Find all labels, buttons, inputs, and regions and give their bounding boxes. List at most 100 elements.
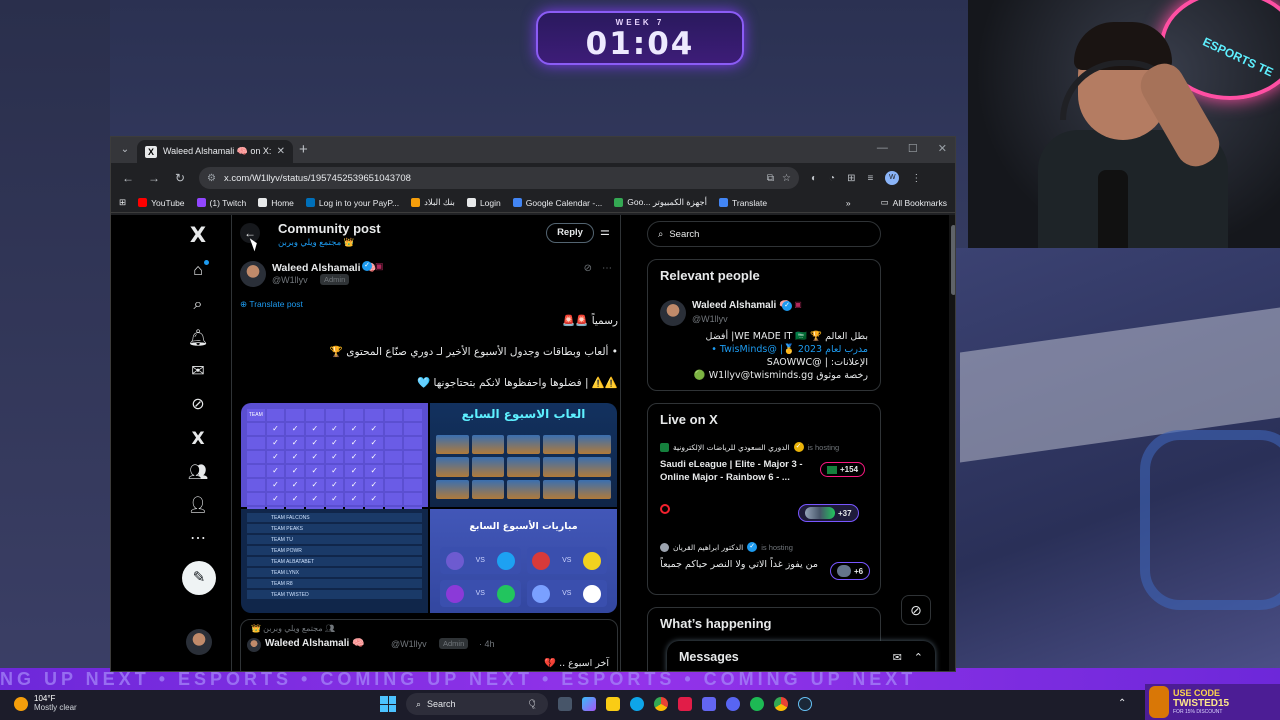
grid-cell: ✓ — [364, 465, 383, 477]
home-icon[interactable]: ⌂ — [186, 259, 210, 283]
match-card: VS — [440, 580, 521, 607]
messages-drawer[interactable]: Messages ✉ ⌃ — [667, 641, 935, 671]
bio-line[interactable]: مدرب لعام 2023 🥇| @TwisMinds • — [678, 343, 868, 356]
discord-icon[interactable] — [726, 697, 740, 711]
profile-avatar[interactable]: W — [885, 171, 900, 185]
new-message-icon[interactable]: ✉ — [893, 651, 902, 664]
reply-button[interactable]: Reply — [546, 223, 594, 243]
extension-icon[interactable]: ◐ — [811, 173, 817, 184]
translate-post-link[interactable]: ⊕ Translate post — [240, 299, 303, 310]
reading-list-icon[interactable]: ≡ — [867, 173, 873, 184]
tray-chevron-icon[interactable]: ⌃ — [1118, 698, 1126, 709]
space-listeners[interactable]: +6 — [830, 562, 871, 580]
bookmark-item[interactable]: Log in to your PayP... — [305, 198, 399, 208]
reply-author[interactable]: Waleed Alshamali 🧠 — [265, 638, 365, 649]
taskbar-search-label: Search — [427, 699, 456, 709]
spotify-icon[interactable] — [750, 697, 764, 711]
stage-logo — [1140, 430, 1280, 610]
bookmark-item[interactable]: Goo... أجهزة الكمبيوتر — [614, 197, 707, 208]
community-link[interactable]: مجتمع ويلي وبربن 👑 — [278, 237, 354, 248]
scroll-thumb[interactable] — [951, 225, 955, 295]
listener-avatars — [837, 565, 851, 577]
post-body: رسمياً 🚨🚨 • ألعاب وبطاقات وجدول الأسبوع … — [240, 313, 618, 406]
notifications-bell-icon[interactable]: 🔔︎ — [186, 327, 210, 351]
close-window-icon[interactable]: ✕ — [938, 142, 947, 155]
site-info-icon[interactable]: ⚙ — [207, 173, 216, 184]
media-image-week-games[interactable]: العاب الاسبوع السابع — [430, 403, 617, 507]
grid-cell — [384, 437, 403, 449]
tab-search-icon[interactable]: ⌄ — [117, 142, 133, 158]
weather-widget[interactable]: 104°F Mostly clear — [14, 694, 77, 712]
apps-grid-icon[interactable]: ⊞ — [119, 197, 126, 208]
steam-icon[interactable] — [798, 697, 812, 711]
bookmark-item[interactable]: Login — [466, 198, 501, 208]
copilot-icon[interactable] — [582, 697, 596, 711]
bookmark-star-icon[interactable]: ☆ — [782, 173, 791, 184]
person-avatar[interactable] — [660, 300, 686, 326]
extension-icon[interactable]: ◔ — [829, 173, 835, 184]
profile-icon[interactable]: 👤︎ — [186, 494, 210, 518]
url-text[interactable]: x.com/W1llyv/status/1957452539651043708 — [224, 173, 759, 184]
active-tab[interactable]: X Waleed Alshamali 🧠 on X: "رسم ✕ — [137, 140, 293, 163]
explore-search-icon[interactable]: ⌕ — [186, 293, 210, 317]
messages-envelope-icon[interactable]: ✉ — [186, 360, 210, 384]
reply-post[interactable]: 👥︎ مجتمع ويلي وبربن 👑 Waleed Alshamali 🧠… — [240, 619, 618, 671]
person-name[interactable]: Waleed Alshamali 🧠 — [692, 300, 792, 311]
bookmark-item[interactable]: بنك البلاد — [411, 197, 455, 208]
taskbar-search[interactable]: ⌕ Search 🎈︎ — [406, 693, 548, 715]
x-logo-icon[interactable]: X — [186, 223, 210, 247]
edge-icon[interactable] — [630, 697, 644, 711]
address-bar[interactable]: ⚙ x.com/W1llyv/status/195745253965104370… — [199, 167, 799, 189]
space-listeners[interactable]: +154 — [820, 462, 866, 477]
space-listeners[interactable]: +37 — [798, 504, 859, 522]
bookmark-item[interactable]: Home — [258, 198, 294, 208]
reply-avatar[interactable] — [247, 638, 261, 652]
back-arrow-icon[interactable]: ← — [121, 171, 135, 185]
file-explorer-icon[interactable] — [606, 697, 620, 711]
weather-description: Mostly clear — [34, 703, 77, 712]
app-icon[interactable] — [702, 697, 716, 711]
install-app-icon[interactable]: ⧉ — [767, 173, 774, 184]
chrome-icon[interactable] — [654, 697, 668, 711]
premium-x-icon[interactable]: X — [186, 427, 210, 451]
expand-chevron-icon[interactable]: ⌃ — [914, 651, 923, 664]
communities-icon[interactable]: 👥︎ — [186, 461, 210, 485]
minimize-icon[interactable]: — — [877, 142, 888, 155]
grok-float-icon[interactable]: ⊘ — [901, 595, 931, 625]
author-avatar[interactable] — [240, 261, 266, 287]
extensions-puzzle-icon[interactable]: ⊞ — [847, 173, 855, 184]
reload-icon[interactable]: ↻ — [173, 171, 187, 185]
page-scrollbar[interactable] — [949, 215, 955, 671]
forward-arrow-icon[interactable]: → — [147, 171, 161, 185]
bookmark-item[interactable]: YouTube — [138, 198, 185, 208]
more-bookmarks-icon[interactable]: » — [846, 198, 851, 208]
search-input[interactable]: ⌕ Search — [647, 221, 881, 247]
reply-settings-icon[interactable]: ⚌ — [600, 225, 610, 238]
more-circle-icon[interactable]: ⋯ — [186, 527, 210, 551]
bookmark-item[interactable]: (1) Twitch — [196, 198, 246, 208]
task-view-icon[interactable] — [558, 697, 572, 711]
person-handle[interactable]: @W1llyv — [692, 314, 728, 324]
bookmark-item[interactable]: Google Calendar -... — [512, 198, 602, 208]
media-image-week-matches[interactable]: مباريات الأسبوع السابع VS VS VS VS — [430, 509, 617, 613]
app-icon[interactable] — [678, 697, 692, 711]
grok-explain-icon[interactable]: ⊘ — [584, 263, 592, 274]
account-avatar[interactable] — [186, 629, 212, 655]
chrome-icon[interactable] — [774, 697, 788, 711]
windows-start-icon[interactable] — [380, 696, 396, 712]
reply-handle[interactable]: @W1llyv — [391, 639, 427, 649]
bookmark-item[interactable]: Translate — [719, 198, 767, 208]
author-handle[interactable]: @W1llyv — [272, 275, 308, 285]
more-options-icon[interactable]: ⋯ — [602, 263, 612, 274]
reply-timestamp[interactable]: · 4h — [479, 639, 495, 649]
all-bookmarks[interactable]: ▭ All Bookmarks — [881, 197, 947, 208]
new-tab-icon[interactable]: + — [299, 141, 308, 158]
author-name[interactable]: Waleed Alshamali 🧠 — [272, 261, 377, 274]
maximize-icon[interactable]: ☐ — [908, 142, 918, 155]
compose-post-button[interactable]: ✎ — [182, 561, 216, 595]
media-image-standings[interactable]: TEAM FALCONS TEAM PEAKS TEAM TU TEAM POWR TE… — [241, 509, 428, 613]
media-image-cards-grid[interactable]: TEAM ✓ ✓ ✓ ✓ ✓ ✓ ✓ ✓ ✓ ✓ ✓ ✓ ✓ ✓ ✓ ✓ ✓ ✓ ✓ ✓ ✓ ✓ ✓ ✓ ✓ ✓ ✓ ✓ ✓ ✓ ✓ ✓ ✓ ✓ ✓ ✓… — [241, 403, 428, 519]
browser-menu-icon[interactable]: ⋮ — [911, 173, 921, 184]
grok-icon[interactable]: ⊘ — [186, 393, 210, 417]
tab-close-icon[interactable]: ✕ — [277, 146, 285, 157]
